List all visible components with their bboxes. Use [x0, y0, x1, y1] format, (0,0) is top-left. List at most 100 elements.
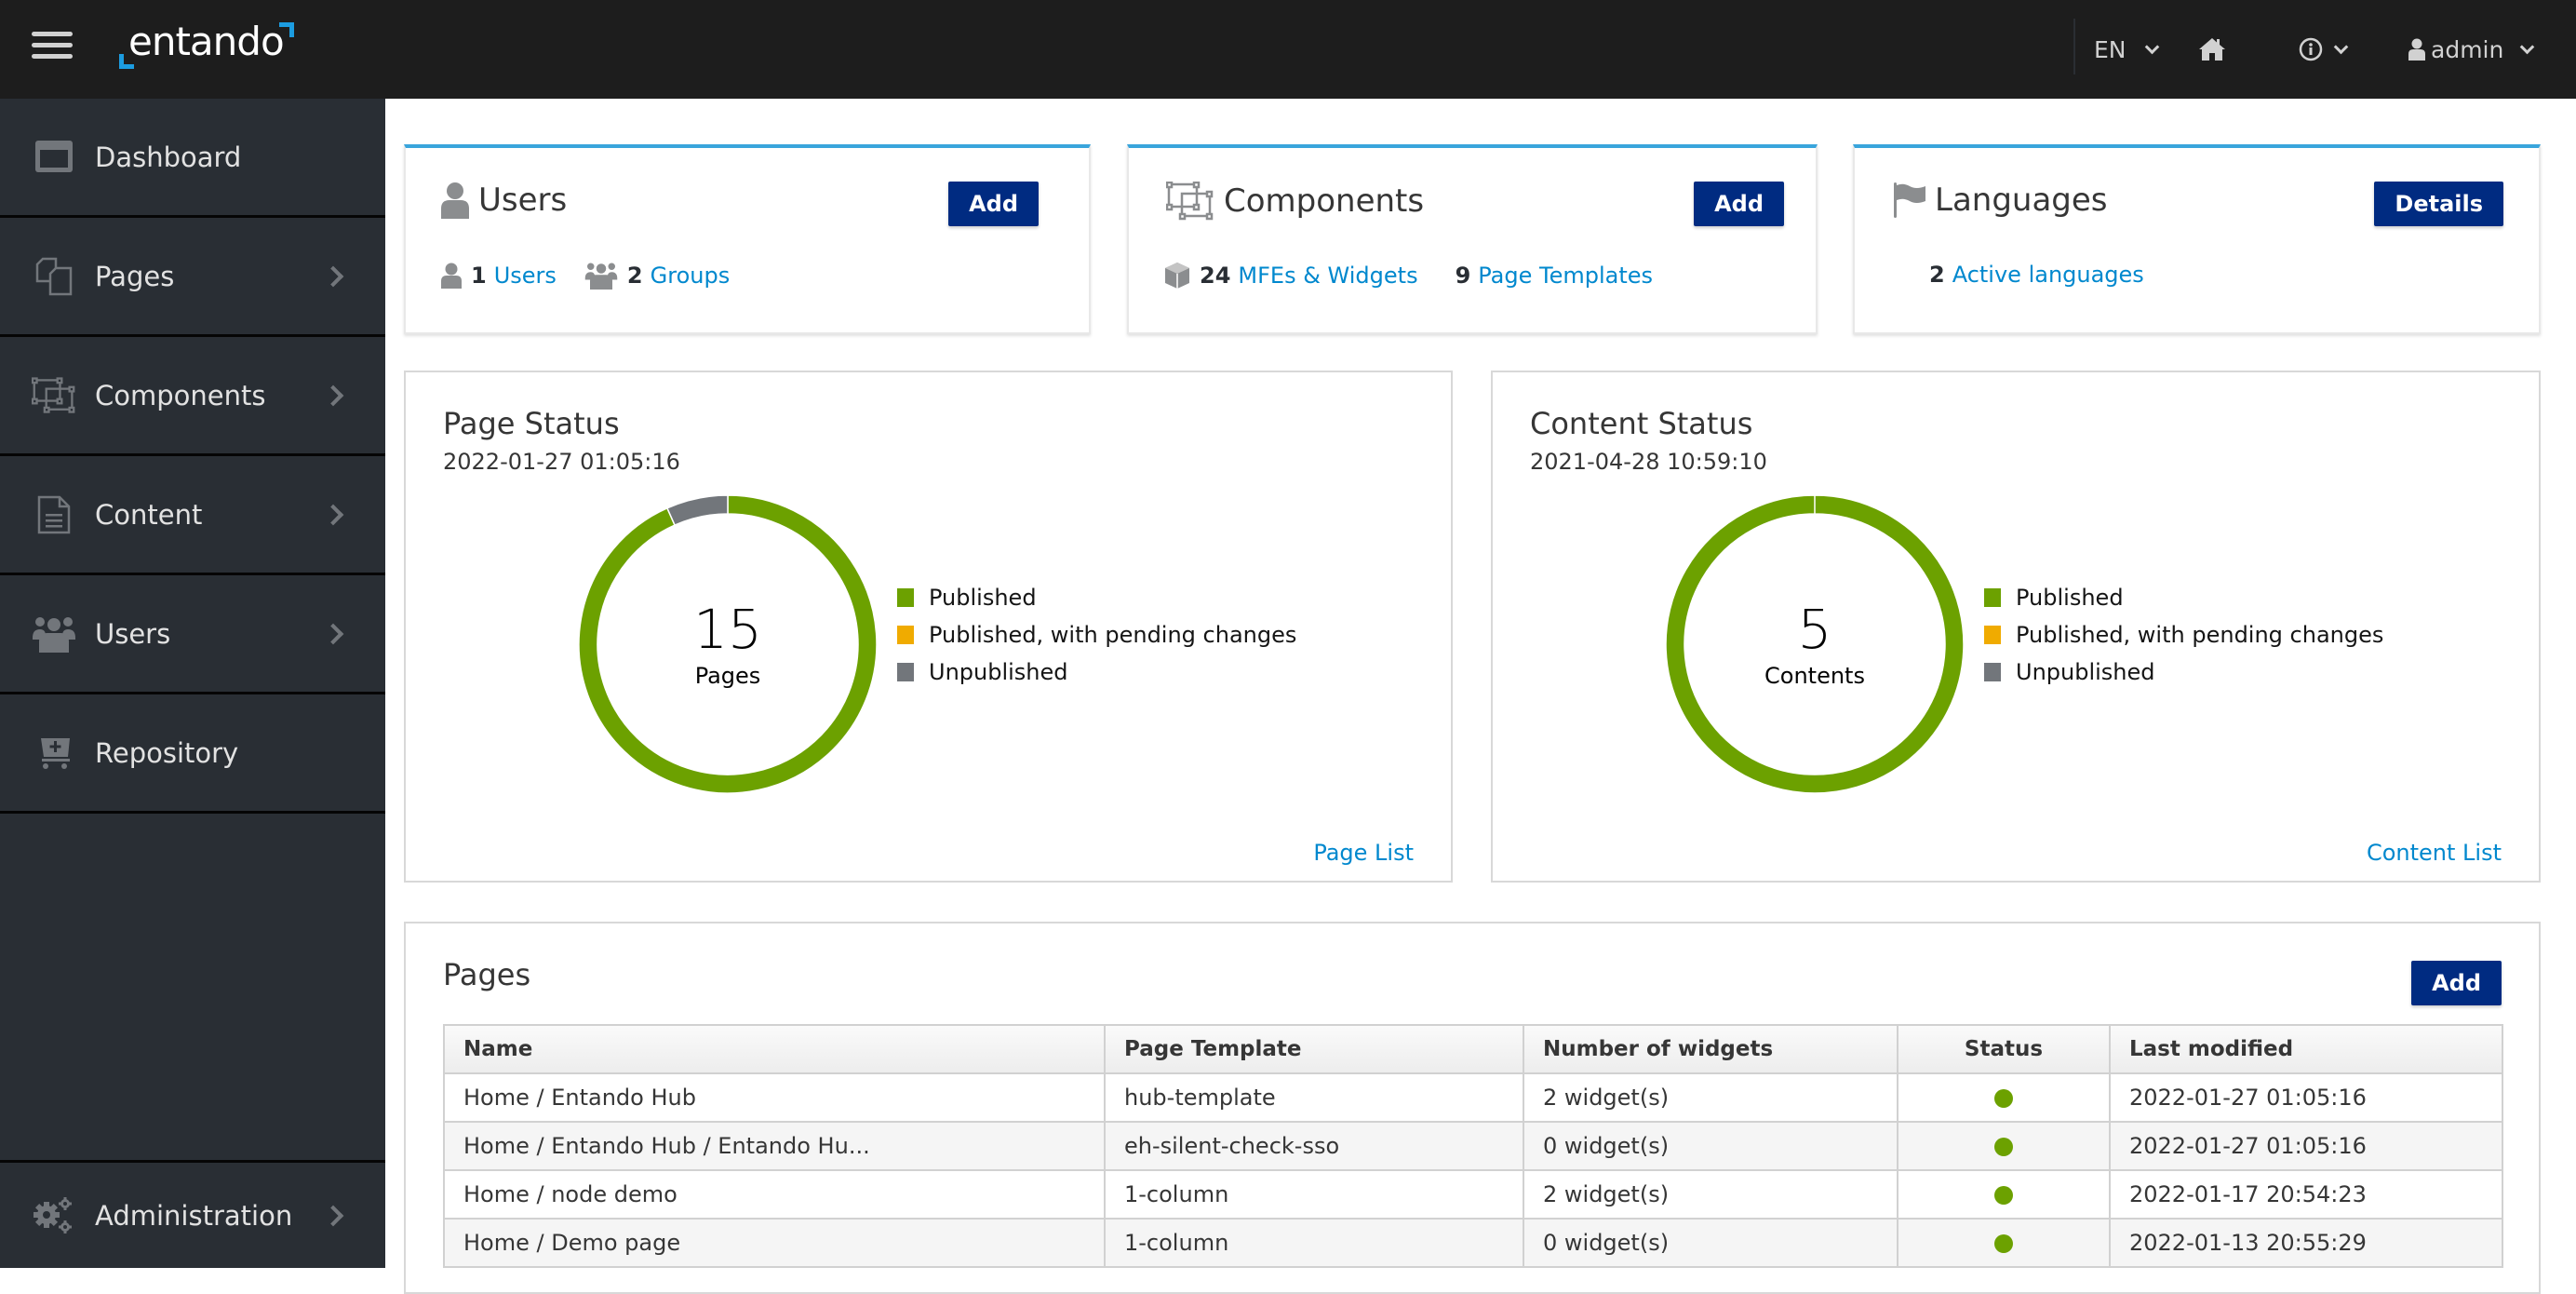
chevron-down-icon	[2333, 39, 2349, 54]
users-link[interactable]: Users	[494, 263, 557, 289]
legend-swatch-unpublished	[897, 663, 914, 681]
page-status-date: 2022-01-27 01:05:16	[443, 449, 680, 475]
legend-swatch-published	[1984, 588, 2001, 607]
legend-swatch-pending	[1984, 626, 2001, 644]
sidebar-item-pages[interactable]: Pages	[0, 218, 385, 337]
table-row[interactable]: Home / node demo 1-column 2 widget(s) 20…	[443, 1169, 2503, 1220]
table-row[interactable]: Home / Demo page 1-column 0 widget(s) 20…	[443, 1218, 2503, 1268]
repository-icon	[32, 731, 76, 775]
content-status-donut: 5 Contents	[1665, 494, 1965, 794]
languages-card: Languages Details 2 Active languages	[1853, 144, 2541, 334]
donut-slice-unpublished[interactable]	[665, 494, 729, 527]
cell-name: Home / node demo	[443, 1169, 1106, 1220]
status-published-icon	[1994, 1089, 2013, 1108]
chevron-right-icon	[322, 265, 344, 287]
status-published-icon	[1994, 1186, 2013, 1205]
sidebar-item-repository[interactable]: Repository	[0, 694, 385, 814]
components-icon	[1166, 182, 1214, 221]
content-status-date: 2021-04-28 10:59:10	[1530, 449, 1767, 475]
table-row[interactable]: Home / Entando Hub / Entando Hu... eh-si…	[443, 1121, 2503, 1171]
components-card-title: Components	[1166, 182, 1424, 221]
components-stats: 24 MFEs & Widgets 9 Page Templates	[1164, 262, 1681, 290]
add-user-button[interactable]: Add	[948, 182, 1039, 226]
page-list-link[interactable]: Page List	[1313, 840, 1414, 866]
column-header-status[interactable]: Status	[1897, 1024, 2111, 1074]
donut-total: 5	[1797, 598, 1832, 661]
content-list-link[interactable]: Content List	[2367, 840, 2502, 866]
legend-item-unpublished: Unpublished	[1984, 654, 2383, 691]
top-navbar: entando EN admin	[0, 0, 2576, 99]
sidebar-item-administration[interactable]: Administration	[0, 1163, 385, 1268]
page-status-card: Page Status 2022-01-27 01:05:16 15 Pages…	[404, 371, 1453, 883]
user-dropdown[interactable]: admin	[2408, 0, 2535, 99]
info-icon	[2299, 37, 2323, 61]
languages-stats: 2 Active languages	[1929, 262, 2144, 288]
active-languages-count: 2	[1929, 262, 1945, 288]
logo-text: entando	[128, 19, 285, 64]
user-icon	[441, 182, 469, 219]
column-header-name[interactable]: Name	[443, 1024, 1106, 1074]
cell-template: eh-silent-check-sso	[1104, 1121, 1524, 1171]
cell-modified: 2022-01-27 01:05:16	[2109, 1121, 2503, 1171]
add-component-button[interactable]: Add	[1694, 182, 1784, 226]
legend-item-pending: Published, with pending changes	[1984, 616, 2383, 654]
active-languages-link[interactable]: Active languages	[1952, 262, 2144, 288]
templates-count: 9	[1455, 263, 1471, 289]
sidebar-item-dashboard[interactable]: Dashboard	[0, 99, 385, 218]
users-card-title: Users	[441, 182, 567, 219]
cell-status	[1897, 1218, 2111, 1268]
legend-swatch-published	[897, 588, 914, 607]
language-label: EN	[2094, 35, 2127, 63]
add-page-button[interactable]: Add	[2411, 961, 2502, 1005]
cell-modified: 2022-01-17 20:54:23	[2109, 1169, 2503, 1220]
chevron-down-icon	[2520, 39, 2535, 54]
dashboard-icon	[32, 135, 76, 180]
sidebar-item-users[interactable]: Users	[0, 575, 385, 694]
page-templates-link[interactable]: Page Templates	[1478, 263, 1653, 289]
groups-link[interactable]: Groups	[651, 263, 731, 289]
languages-details-button[interactable]: Details	[2374, 182, 2503, 226]
cell-template: 1-column	[1104, 1169, 1524, 1220]
page-status-legend: Published Published, with pending change…	[897, 579, 1296, 691]
sidebar-item-label: Administration	[95, 1199, 293, 1232]
content-status-title: Content Status	[1530, 406, 1753, 441]
legend-item-published: Published	[897, 579, 1296, 616]
users-stats: 1 Users 2 Groups	[441, 262, 758, 290]
page-status-donut: 15 Pages	[578, 494, 878, 794]
cell-template: 1-column	[1104, 1218, 1524, 1268]
donut-unit: Pages	[694, 663, 761, 689]
groups-count: 2	[626, 263, 643, 289]
language-dropdown[interactable]: EN	[2094, 0, 2159, 99]
users-icon	[32, 612, 76, 656]
cell-name: Home / Entando Hub	[443, 1072, 1106, 1123]
column-header-last-modified[interactable]: Last modified	[2109, 1024, 2503, 1074]
cell-modified: 2022-01-27 01:05:16	[2109, 1072, 2503, 1123]
hamburger-menu-icon[interactable]	[32, 32, 73, 65]
cell-template: hub-template	[1104, 1072, 1524, 1123]
cell-widgets: 0 widget(s)	[1523, 1218, 1898, 1268]
sidebar-item-label: Components	[95, 379, 266, 411]
cell-name: Home / Entando Hub / Entando Hu...	[443, 1121, 1106, 1171]
cell-modified: 2022-01-13 20:55:29	[2109, 1218, 2503, 1268]
legend-swatch-pending	[897, 626, 914, 644]
components-card: Components Add 24 MFEs & Widgets 9 Page …	[1127, 144, 1818, 334]
groups-icon	[584, 262, 618, 290]
sidebar-item-components[interactable]: Components	[0, 337, 385, 456]
widgets-link[interactable]: MFEs & Widgets	[1238, 263, 1417, 289]
content-status-card: Content Status 2021-04-28 10:59:10 5 Con…	[1491, 371, 2541, 883]
column-header-page-template[interactable]: Page Template	[1104, 1024, 1524, 1074]
chevron-right-icon	[322, 504, 344, 525]
chevron-down-icon	[2144, 39, 2159, 54]
sidebar-item-label: Repository	[95, 736, 239, 769]
cell-widgets: 0 widget(s)	[1523, 1121, 1898, 1171]
languages-card-title: Languages	[1894, 182, 2108, 219]
sidebar-item-content[interactable]: Content	[0, 456, 385, 575]
users-card: Users Add 1 Users 2 Groups	[404, 144, 1091, 334]
home-button[interactable]	[2198, 0, 2226, 99]
table-row[interactable]: Home / Entando Hub hub-template 2 widget…	[443, 1072, 2503, 1123]
pages-icon	[32, 254, 76, 299]
chevron-right-icon	[322, 623, 344, 644]
legend-item-unpublished: Unpublished	[897, 654, 1296, 691]
column-header-widgets[interactable]: Number of widgets	[1523, 1024, 1898, 1074]
info-dropdown[interactable]	[2299, 0, 2349, 99]
